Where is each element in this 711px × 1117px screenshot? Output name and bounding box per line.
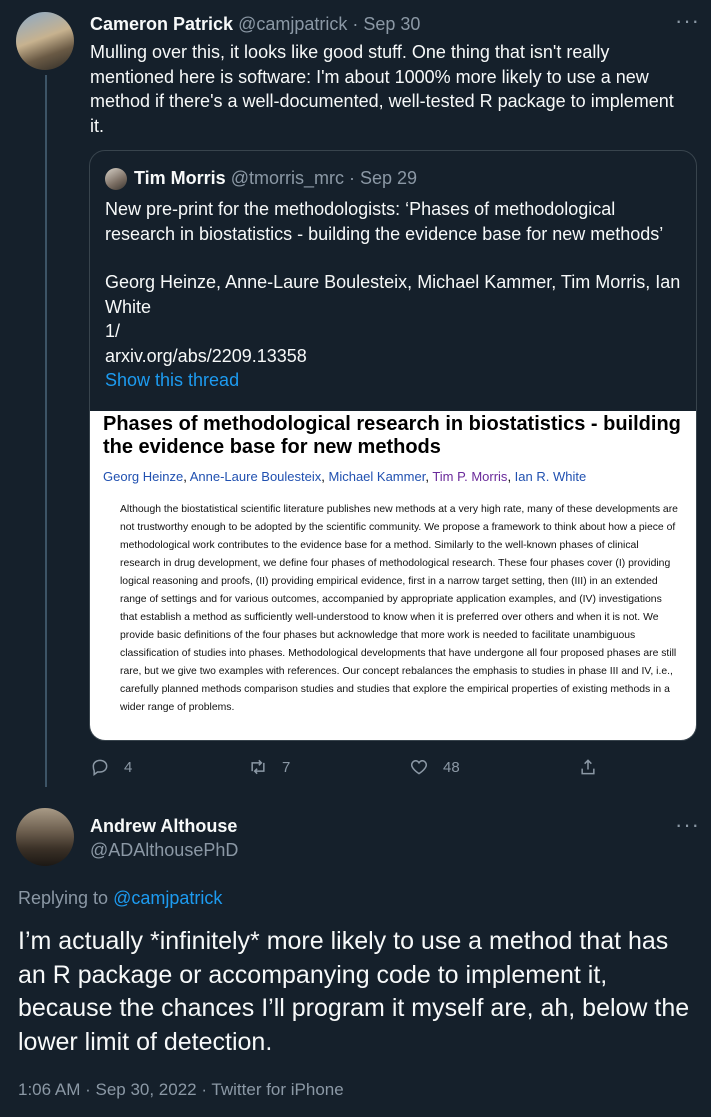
- quoted-tweet-date: · Sep 29: [348, 168, 418, 188]
- quoted-line-number: 1/: [105, 321, 121, 341]
- reply-count: 4: [124, 758, 133, 776]
- reply-button[interactable]: 4: [90, 757, 132, 777]
- reply-tweet-text: I’m actually *infinitely* more likely to…: [18, 927, 690, 1056]
- reply-icon: [92, 759, 108, 776]
- avatar-cameron-patrick[interactable]: [16, 12, 74, 70]
- quoted-tweet-header: Tim Morris @tmorris_mrc · Sep 29: [134, 168, 417, 189]
- quoted-tweet-card[interactable]: Tim Morris @tmorris_mrc · Sep 29 New pre…: [89, 150, 697, 741]
- paper-screenshot-image[interactable]: Phases of methodological research in bio…: [90, 411, 696, 740]
- quoted-line-url: arxiv.org/abs/2209.13358: [105, 345, 307, 366]
- paper-author: Tim P. Morris: [432, 469, 508, 484]
- more-horizontal-icon[interactable]: ···: [675, 8, 700, 34]
- paper-authors: Georg Heinze, Anne-Laure Boulesteix, Mic…: [103, 469, 587, 484]
- paper-author: Michael Kammer: [328, 469, 426, 484]
- more-horizontal-icon[interactable]: ···: [675, 812, 700, 838]
- tweet-timestamp-meta[interactable]: 1:06 AM · Sep 30, 2022 · Twitter for iPh…: [18, 1080, 344, 1100]
- thread-connector-line: [45, 75, 47, 787]
- quoted-tweet-text: New pre-print for the methodologists: ‘P…: [105, 197, 685, 368]
- author-handle[interactable]: @camjpatrick: [238, 14, 347, 34]
- quoted-line-intro: New pre-print for the methodologists: ‘P…: [105, 199, 664, 244]
- author-name[interactable]: Cameron Patrick: [90, 14, 233, 34]
- share-button[interactable]: [578, 757, 612, 777]
- replying-to-link[interactable]: @camjpatrick: [113, 888, 222, 908]
- reply-author-name[interactable]: Andrew Althouse: [90, 816, 237, 837]
- paper-title: Phases of methodological research in bio…: [103, 413, 681, 458]
- paper-author: Georg Heinze: [103, 469, 184, 484]
- paper-author: Ian R. White: [514, 469, 587, 484]
- replying-to-label: Replying to: [18, 888, 109, 908]
- replying-to-line: Replying to @camjpatrick: [18, 888, 222, 909]
- tweet-date[interactable]: · Sep 30: [352, 14, 420, 34]
- tweet-header: Cameron Patrick @camjpatrick · Sep 30: [90, 14, 420, 35]
- retweet-count: 7: [282, 758, 291, 776]
- share-icon: [581, 759, 595, 775]
- avatar-andrew-althouse[interactable]: [16, 808, 74, 866]
- quoted-line-authors: Georg Heinze, Anne-Laure Boulesteix, Mic…: [105, 272, 681, 317]
- show-thread-link[interactable]: Show this thread: [105, 370, 239, 391]
- retweet-icon: [251, 759, 265, 775]
- paper-author: Anne-Laure Boulesteix: [189, 469, 322, 484]
- quoted-author-name: Tim Morris: [134, 168, 226, 188]
- like-icon: [410, 759, 428, 775]
- like-count: 48: [443, 758, 460, 776]
- paper-abstract: Although the biostatistical scientific l…: [120, 504, 678, 713]
- retweet-button[interactable]: 7: [248, 757, 290, 777]
- reply-author-handle[interactable]: @ADAlthousePhD: [90, 840, 238, 861]
- like-button[interactable]: 48: [409, 757, 460, 777]
- avatar-tim-morris: [105, 168, 127, 190]
- quoted-author-handle: @tmorris_mrc: [230, 168, 344, 188]
- tweet-text: Mulling over this, it looks like good st…: [90, 42, 674, 136]
